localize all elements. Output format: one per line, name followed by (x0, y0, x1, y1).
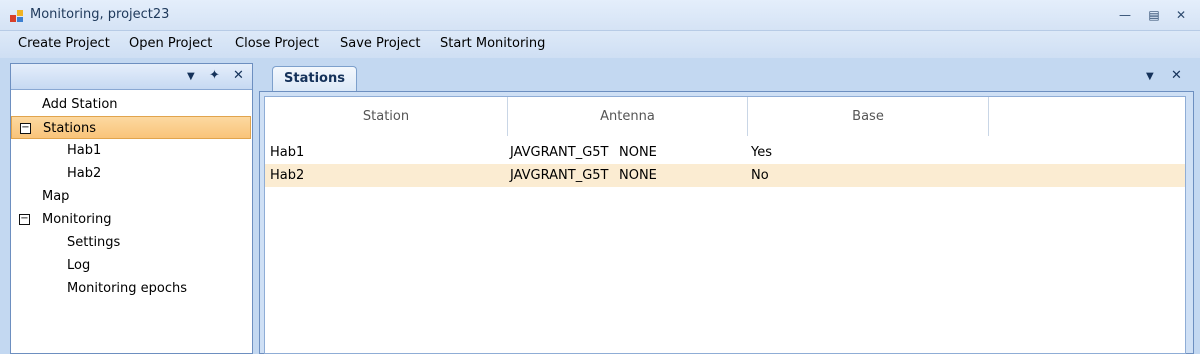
title-bar: Monitoring, project23 — ▤ ✕ (0, 0, 1200, 31)
cell-station: Hab1 (270, 145, 305, 160)
tree-item[interactable]: Hab1 (11, 139, 251, 162)
tree-item[interactable]: Settings (11, 231, 251, 254)
tree-item[interactable]: Hab2 (11, 162, 251, 185)
maximize-icon[interactable]: ▤ (1143, 6, 1165, 24)
tree-item[interactable]: − Monitoring (11, 208, 251, 231)
cell-radome: NONE (619, 168, 657, 183)
pin-icon[interactable]: ✦ (209, 68, 220, 83)
menu-close-project[interactable]: Close Project (235, 36, 319, 51)
cell-base: Yes (751, 145, 772, 160)
cell-station: Hab2 (270, 168, 305, 183)
table-row[interactable]: Hab1 JAVGRANT_G5T NONE Yes (265, 141, 1185, 164)
close-tab-icon[interactable]: ✕ (1171, 68, 1182, 83)
minimize-icon[interactable]: — (1114, 6, 1136, 24)
tab-dropdown-icon[interactable]: ▼ (1146, 71, 1154, 82)
tree-item-label: Hab2 (67, 166, 102, 181)
column-header-station[interactable]: Station (265, 97, 508, 136)
close-window-icon[interactable]: ✕ (1170, 6, 1192, 24)
app-icon (10, 10, 23, 22)
tree-item-label: Settings (67, 235, 121, 250)
column-header-base[interactable]: Base (748, 97, 989, 136)
window-title: Monitoring, project23 (30, 7, 170, 22)
tree-item-label: Monitoring epochs (67, 281, 188, 296)
tree-item[interactable]: Map (11, 185, 251, 208)
tree-item-label: Log (67, 258, 91, 273)
tree-item-label: Add Station (42, 97, 118, 112)
tree-item[interactable]: Add Station (11, 93, 251, 116)
menu-open-project[interactable]: Open Project (129, 36, 212, 51)
collapse-icon[interactable]: − (19, 214, 30, 225)
cell-radome: NONE (619, 145, 657, 160)
close-panel-icon[interactable]: ✕ (233, 68, 244, 83)
column-header-antenna[interactable]: Antenna (508, 97, 748, 136)
menu-create-project[interactable]: Create Project (18, 36, 110, 51)
tree-item[interactable]: Log (11, 254, 251, 277)
menu-save-project[interactable]: Save Project (340, 36, 421, 51)
table-row[interactable]: Hab2 JAVGRANT_G5T NONE No (265, 164, 1185, 187)
grid-header: Station Antenna Base (265, 97, 1185, 136)
dropdown-icon[interactable]: ▼ (187, 71, 195, 82)
cell-antenna: JAVGRANT_G5T (510, 168, 609, 183)
tree-item-label: Stations (43, 121, 96, 136)
tree-item-label: Map (42, 189, 70, 204)
stations-grid: Station Antenna Base Hab1 JAVGRANT_G5T NON… (264, 96, 1186, 354)
tree-item[interactable]: − Stations (11, 116, 251, 139)
menu-start-monitoring[interactable]: Start Monitoring (440, 36, 545, 51)
menu-bar: Create Project Open Project Close Projec… (0, 31, 1200, 58)
panel-header: ▼ ✦ ✕ (11, 64, 252, 90)
cell-antenna: JAVGRANT_G5T (510, 145, 609, 160)
tree-item[interactable]: Monitoring epochs (11, 277, 251, 300)
tree-item-label: Monitoring (42, 212, 112, 227)
navigation-panel: ▼ ✦ ✕ Add Station − Stations Hab1 Hab2 Map − Mo… (10, 63, 253, 354)
tab-stations[interactable]: Stations (272, 66, 357, 92)
collapse-icon[interactable]: − (20, 123, 31, 134)
cell-base: No (751, 168, 769, 183)
tree-item-label: Hab1 (67, 143, 102, 158)
